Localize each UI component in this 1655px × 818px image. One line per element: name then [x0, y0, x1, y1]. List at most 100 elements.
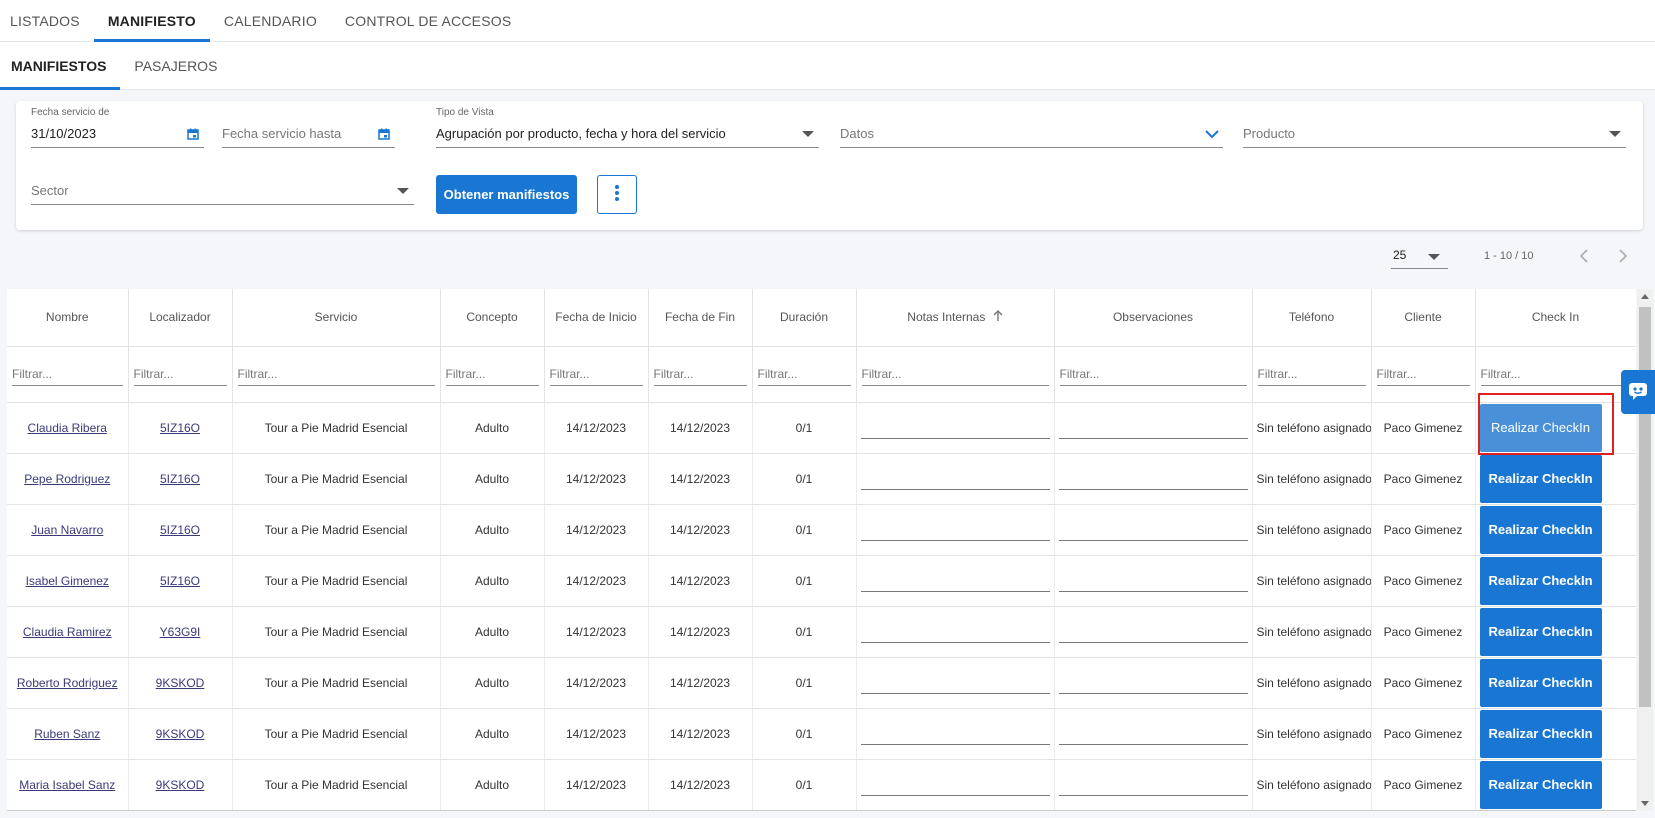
- passenger-name-link[interactable]: Roberto Rodriguez: [17, 676, 118, 690]
- passenger-name-link[interactable]: Isabel Gimenez: [26, 574, 109, 588]
- filter-input-fecha-inicio[interactable]: [549, 362, 643, 386]
- filter-input-concepto[interactable]: [445, 362, 539, 386]
- realizar-checkin-button[interactable]: Realizar CheckIn: [1479, 403, 1602, 452]
- tab-calendario[interactable]: CALENDARIO: [210, 0, 331, 41]
- observaciones-input[interactable]: [1058, 620, 1248, 643]
- scrollbar-thumb[interactable]: [1639, 307, 1651, 707]
- notas-internas-input[interactable]: [860, 518, 1050, 541]
- realizar-checkin-button[interactable]: Realizar CheckIn: [1479, 709, 1602, 758]
- passenger-name-link[interactable]: Maria Isabel Sanz: [19, 778, 115, 792]
- observaciones-input-td: [1054, 708, 1253, 760]
- observaciones-input[interactable]: [1058, 722, 1248, 745]
- notas-internas-input[interactable]: [860, 722, 1050, 745]
- cliente-cell-td: Paco Gimenez: [1371, 402, 1476, 454]
- observaciones-input[interactable]: [1058, 467, 1248, 490]
- page-size-select[interactable]: 25: [1391, 243, 1448, 269]
- tab-manifiestos[interactable]: MANIFIESTOS: [0, 42, 121, 90]
- servicio-cell-td: Tour a Pie Madrid Esencial: [232, 708, 441, 760]
- calendar-icon[interactable]: [377, 127, 391, 141]
- fecha-hasta-field[interactable]: Fecha servicio hasta: [222, 118, 395, 148]
- notas-internas-input[interactable]: [860, 620, 1050, 643]
- localizador-link[interactable]: 9KSKOD: [156, 778, 205, 792]
- filter-input-cliente[interactable]: [1376, 362, 1470, 386]
- tab-control-de-accesos[interactable]: CONTROL DE ACCESOS: [331, 0, 525, 41]
- filter-cell-fecha-inicio: [544, 346, 649, 403]
- column-header-servicio[interactable]: Servicio: [232, 289, 441, 347]
- notas-internas-input[interactable]: [860, 467, 1050, 490]
- realizar-checkin-button[interactable]: Realizar CheckIn: [1479, 505, 1602, 554]
- localizador-link[interactable]: 5IZ16O: [160, 523, 200, 537]
- sector-placeholder: Sector: [31, 183, 69, 198]
- filter-input-check-in[interactable]: [1480, 362, 1631, 386]
- realizar-checkin-button[interactable]: Realizar CheckIn: [1479, 658, 1602, 707]
- observaciones-input[interactable]: [1058, 518, 1248, 541]
- observaciones-input[interactable]: [1058, 671, 1248, 694]
- localizador-link[interactable]: 5IZ16O: [160, 472, 200, 486]
- prev-page-button[interactable]: [1574, 246, 1594, 266]
- column-header-cliente[interactable]: Cliente: [1371, 289, 1476, 347]
- calendar-icon[interactable]: [186, 127, 200, 141]
- datos-select[interactable]: Datos: [840, 118, 1223, 148]
- passenger-name-link-td: Maria Isabel Sanz: [7, 759, 129, 810]
- vertical-scrollbar[interactable]: [1637, 289, 1653, 811]
- passenger-name-link[interactable]: Pepe Rodriguez: [24, 472, 110, 486]
- realizar-checkin-button[interactable]: Realizar CheckIn: [1479, 454, 1602, 503]
- notas-internas-input[interactable]: [860, 416, 1050, 439]
- tipo-vista-select[interactable]: Tipo de Vista Agrupación por producto, f…: [436, 107, 819, 148]
- sector-select[interactable]: Sector: [31, 175, 414, 205]
- passenger-name-link[interactable]: Claudia Ramirez: [23, 625, 112, 639]
- fecha-desde-field[interactable]: Fecha servicio de 31/10/2023: [31, 107, 204, 148]
- filter-input-localizador[interactable]: [133, 362, 227, 386]
- realizar-checkin-button[interactable]: Realizar CheckIn: [1479, 760, 1602, 809]
- column-header-check-in[interactable]: Check In: [1475, 289, 1636, 347]
- localizador-link[interactable]: Y63G9I: [160, 625, 201, 639]
- column-header-fecha-inicio[interactable]: Fecha de Inicio: [544, 289, 649, 347]
- more-options-button[interactable]: [597, 175, 637, 214]
- realizar-checkin-button[interactable]: Realizar CheckIn: [1479, 607, 1602, 656]
- passenger-name-link-td: Juan Navarro: [7, 504, 129, 556]
- filter-input-duracion[interactable]: [757, 362, 851, 386]
- filter-input-telefono[interactable]: [1257, 362, 1366, 386]
- filter-input-nombre[interactable]: [12, 362, 123, 386]
- column-header-nombre[interactable]: Nombre: [7, 289, 129, 347]
- chat-widget-button[interactable]: [1621, 370, 1655, 414]
- tab-manifiesto[interactable]: MANIFIESTO: [93, 0, 210, 42]
- observaciones-input[interactable]: [1058, 773, 1248, 796]
- filter-input-servicio[interactable]: [237, 362, 435, 386]
- localizador-link[interactable]: 9KSKOD: [156, 727, 205, 741]
- filter-input-observaciones[interactable]: [1059, 362, 1247, 386]
- obtener-manifiestos-button[interactable]: Obtener manifiestos: [436, 175, 577, 214]
- passenger-name-link[interactable]: Ruben Sanz: [34, 727, 100, 741]
- column-header-telefono[interactable]: Teléfono: [1252, 289, 1372, 347]
- tab-listados[interactable]: LISTADOS: [0, 0, 94, 41]
- column-header-fecha-fin[interactable]: Fecha de Fin: [648, 289, 753, 347]
- passenger-name-link[interactable]: Juan Navarro: [31, 523, 103, 537]
- servicio-cell-td: Tour a Pie Madrid Esencial: [232, 555, 441, 607]
- telefono-cell: Sin teléfono asignado: [1256, 624, 1371, 639]
- scroll-down-icon[interactable]: [1641, 801, 1649, 806]
- observaciones-input[interactable]: [1058, 569, 1248, 592]
- tab-pasajeros[interactable]: PASAJEROS: [120, 42, 231, 89]
- fecha-inicio-cell: 14/12/2023: [565, 522, 627, 537]
- column-header-observaciones[interactable]: Observaciones: [1054, 289, 1253, 347]
- column-header-concepto[interactable]: Concepto: [440, 289, 545, 347]
- column-header-notas-internas[interactable]: Notas Internas: [856, 289, 1055, 347]
- notas-internas-input[interactable]: [860, 773, 1050, 796]
- next-page-button[interactable]: [1613, 246, 1633, 266]
- filter-input-fecha-fin[interactable]: [653, 362, 747, 386]
- column-header-localizador[interactable]: Localizador: [128, 289, 233, 347]
- realizar-checkin-button[interactable]: Realizar CheckIn: [1479, 556, 1602, 605]
- passenger-name-link[interactable]: Claudia Ribera: [28, 421, 107, 435]
- observaciones-input[interactable]: [1058, 416, 1248, 439]
- producto-select[interactable]: Producto: [1243, 118, 1626, 148]
- notas-internas-input-td: [856, 555, 1055, 607]
- column-header-duracion[interactable]: Duración: [752, 289, 857, 347]
- notas-internas-input[interactable]: [860, 569, 1050, 592]
- localizador-link[interactable]: 5IZ16O: [160, 421, 200, 435]
- notas-internas-input[interactable]: [860, 671, 1050, 694]
- scroll-up-icon[interactable]: [1641, 294, 1649, 299]
- localizador-link[interactable]: 9KSKOD: [156, 676, 205, 690]
- localizador-link[interactable]: 5IZ16O: [160, 574, 200, 588]
- filter-input-notas-internas[interactable]: [861, 362, 1049, 386]
- fecha-inicio-cell: 14/12/2023: [565, 471, 627, 486]
